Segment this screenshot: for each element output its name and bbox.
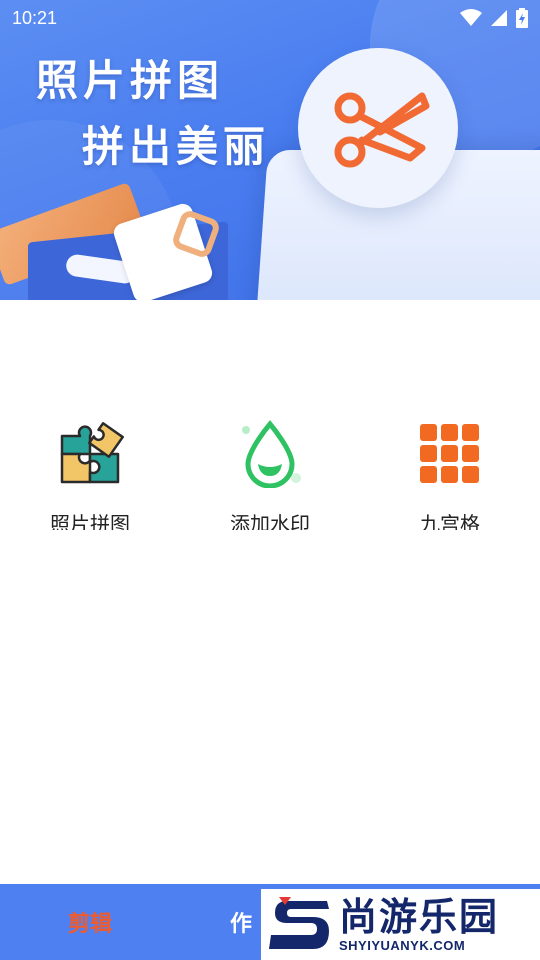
status-bar: 10:21 bbox=[0, 0, 540, 36]
nine-grid-icon bbox=[420, 424, 479, 483]
banner-title-line1: 照片拼图 bbox=[36, 56, 225, 105]
cell-signal-icon bbox=[491, 10, 507, 26]
watermark-url: SHYIYUANYK.COM bbox=[339, 937, 466, 953]
watermark-title: 尚游乐园 bbox=[339, 894, 500, 939]
feature-grid: 照片拼图 添加水印 九宫格 bbox=[0, 420, 540, 540]
site-watermark: 尚游乐园 SHYIYUANYK.COM bbox=[261, 889, 540, 960]
water-drop-icon bbox=[242, 420, 301, 488]
feature-label: 照片拼图 bbox=[50, 512, 130, 530]
feature-label: 九宫格 bbox=[420, 512, 480, 530]
hero-banner: 照片拼图 拼出美丽 bbox=[0, 0, 540, 300]
wifi-icon bbox=[460, 9, 482, 26]
battery-icon bbox=[516, 8, 528, 28]
tab-edit[interactable]: 剪辑 bbox=[40, 884, 140, 960]
status-time: 10:21 bbox=[12, 7, 58, 28]
feature-label: 添加水印 bbox=[230, 512, 310, 530]
scissors-icon bbox=[334, 92, 430, 168]
scissors-badge bbox=[298, 48, 458, 208]
banner-title-line2: 拼出美丽 bbox=[82, 122, 271, 171]
feature-nine-grid[interactable]: 九宫格 bbox=[370, 420, 530, 540]
puzzle-icon bbox=[60, 422, 124, 484]
feature-photo-puzzle[interactable]: 照片拼图 bbox=[10, 420, 170, 540]
watermark-logo-icon bbox=[269, 896, 329, 949]
feature-add-watermark[interactable]: 添加水印 bbox=[190, 420, 350, 540]
status-icons bbox=[460, 8, 528, 28]
